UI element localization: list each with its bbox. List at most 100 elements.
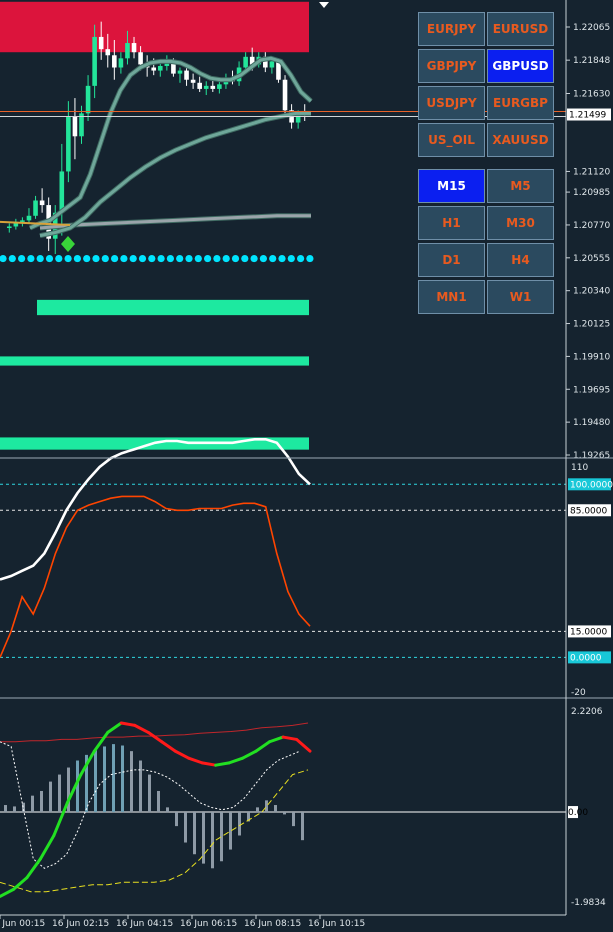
macd-histogram-bar bbox=[139, 760, 142, 813]
symbol-button-usdjpy[interactable]: USDJPY bbox=[418, 86, 485, 120]
support-dot bbox=[241, 254, 249, 263]
support-dot bbox=[157, 254, 165, 263]
price-tick-label: 1.19695 bbox=[573, 385, 610, 395]
candle-body bbox=[197, 82, 202, 89]
support-dot bbox=[204, 254, 212, 263]
support-dot bbox=[269, 254, 277, 263]
time-tick-label: 16 Jun 02:15 bbox=[52, 919, 109, 929]
support-dot bbox=[231, 254, 240, 263]
candle-body bbox=[177, 70, 183, 74]
macd-histogram-bar bbox=[292, 812, 295, 827]
time-tick-label: 16 Jun 00:15 bbox=[0, 919, 45, 929]
candle-body bbox=[20, 220, 25, 222]
support-dot bbox=[138, 254, 147, 263]
candle-body bbox=[125, 43, 130, 59]
time-tick-label: 16 Jun 04:15 bbox=[116, 919, 173, 929]
timeframe-button-w1[interactable]: W1 bbox=[487, 280, 554, 314]
candle-body bbox=[72, 116, 78, 137]
support-dot bbox=[222, 254, 230, 263]
price-tick-label: 1.21848 bbox=[573, 56, 610, 66]
symbol-button-eurgbp[interactable]: EURGBP bbox=[487, 86, 554, 120]
candle-body bbox=[66, 116, 71, 172]
symbol-button-usoil[interactable]: US_OIL bbox=[418, 123, 485, 157]
candle-body bbox=[269, 61, 275, 68]
macd-tick-label: -1.9834 bbox=[571, 898, 606, 908]
support-dot bbox=[36, 254, 44, 263]
symbol-button-gbpusd[interactable]: GBPUSD bbox=[487, 49, 554, 83]
price-tick-label: 1.19910 bbox=[573, 352, 610, 362]
macd-histogram-bar bbox=[193, 812, 196, 855]
support-dot bbox=[73, 254, 81, 263]
candle-body bbox=[92, 36, 97, 86]
candle-body bbox=[131, 43, 137, 53]
candle-body bbox=[138, 52, 143, 65]
zone-supply-0 bbox=[0, 1, 309, 53]
macd-histogram-bar bbox=[175, 812, 178, 827]
candle-body bbox=[157, 65, 163, 71]
macd-histogram-bar bbox=[202, 812, 205, 864]
support-dot bbox=[111, 254, 119, 263]
symbol-button-xauusd[interactable]: XAUUSD bbox=[487, 123, 554, 157]
macd-histogram-bar bbox=[130, 751, 133, 813]
macd-tick-label: 2.2206 bbox=[571, 707, 603, 717]
time-tick-label: 16 Jun 10:15 bbox=[308, 919, 365, 929]
macd-histogram-bar bbox=[58, 774, 61, 813]
timeframe-button-h4[interactable]: H4 bbox=[487, 243, 554, 277]
support-dot bbox=[278, 254, 286, 263]
symbol-button-gbpjpy[interactable]: GBPJPY bbox=[418, 49, 485, 83]
macd-histogram-bar bbox=[211, 812, 214, 869]
support-dot bbox=[120, 254, 128, 263]
time-tick-label: 16 Jun 08:15 bbox=[244, 919, 301, 929]
macd-histogram-bar bbox=[49, 781, 52, 813]
candle-body bbox=[282, 79, 288, 111]
stoch-tick-label: 85.0000 bbox=[570, 506, 607, 516]
timeframe-button-h1[interactable]: H1 bbox=[418, 206, 485, 240]
macd-histogram-bar bbox=[256, 807, 259, 813]
timeframe-button-m30[interactable]: M30 bbox=[487, 206, 554, 240]
timeframe-button-mn1[interactable]: MN1 bbox=[418, 280, 485, 314]
support-dot bbox=[64, 254, 72, 263]
support-dot bbox=[194, 254, 202, 263]
price-tick-label: 1.21630 bbox=[573, 89, 610, 99]
stoch-tick-label: 0.0000 bbox=[570, 653, 602, 663]
candle-body bbox=[105, 49, 111, 56]
timeframe-button-m5[interactable]: M5 bbox=[487, 169, 554, 203]
price-tick-label: 1.20770 bbox=[573, 221, 610, 231]
candle-body bbox=[39, 200, 45, 206]
macd-histogram-bar bbox=[121, 745, 124, 813]
support-dot bbox=[18, 254, 26, 263]
timeframe-button-d1[interactable]: D1 bbox=[418, 243, 485, 277]
macd-histogram-bar bbox=[265, 800, 268, 813]
time-tick-label: 16 Jun 06:15 bbox=[180, 919, 237, 929]
support-dot bbox=[259, 254, 267, 263]
macd-histogram-bar bbox=[31, 795, 34, 813]
support-dot bbox=[297, 254, 305, 263]
candle-body bbox=[203, 85, 209, 89]
price-tick-label: 1.20555 bbox=[573, 254, 610, 264]
support-dot bbox=[306, 254, 314, 263]
candle-body bbox=[243, 56, 248, 68]
support-dot bbox=[8, 254, 16, 263]
candle-body bbox=[33, 200, 38, 216]
macd-tick-label: 0.00 bbox=[568, 808, 588, 818]
stoch-tick-label: 100.0000 bbox=[570, 480, 613, 490]
macd-histogram-bar bbox=[166, 807, 169, 813]
support-dot bbox=[185, 254, 193, 263]
macd-histogram-bar bbox=[274, 805, 277, 813]
macd-histogram-bar bbox=[4, 805, 7, 813]
symbol-button-eurjpy[interactable]: EURJPY bbox=[418, 12, 485, 46]
price-tick-label: 1.21120 bbox=[573, 167, 610, 177]
price-tick-label: 1.19265 bbox=[573, 451, 610, 461]
macd-histogram-bar bbox=[40, 790, 43, 813]
macd-histogram-bar bbox=[94, 750, 97, 813]
price-tick-label: 1.20985 bbox=[573, 188, 610, 198]
macd-histogram-bar bbox=[301, 812, 304, 841]
candle-body bbox=[184, 70, 189, 80]
candle-body bbox=[98, 36, 104, 50]
symbol-button-eurusd[interactable]: EURUSD bbox=[487, 12, 554, 46]
support-dot bbox=[213, 254, 221, 263]
candle-body bbox=[217, 84, 222, 89]
timeframe-button-m15[interactable]: M15 bbox=[418, 169, 485, 203]
zone-demand-2 bbox=[0, 356, 309, 366]
support-dot bbox=[148, 254, 156, 263]
